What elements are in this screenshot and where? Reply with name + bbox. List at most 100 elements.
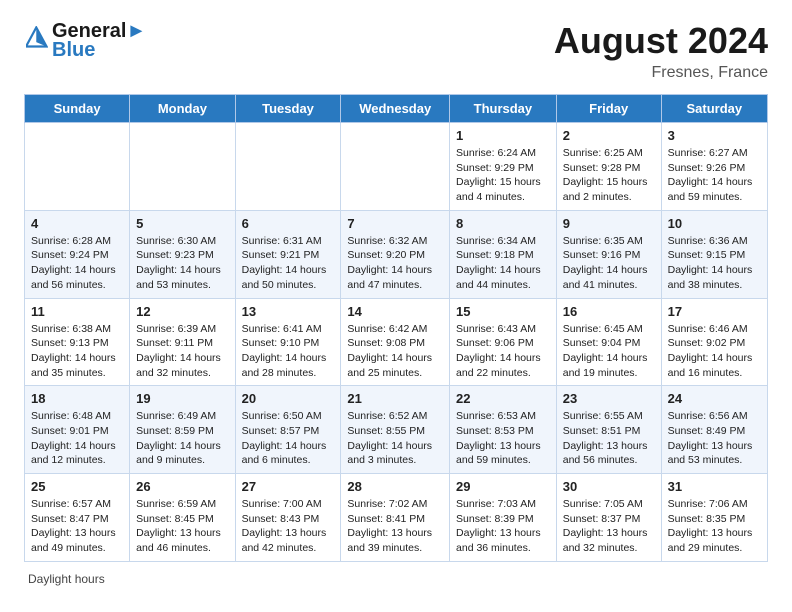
day-info: Sunrise: 7:03 AM Sunset: 8:39 PM Dayligh… (456, 497, 550, 556)
calendar-cell: 10 Sunrise: 6:36 AM Sunset: 9:15 PM Dayli… (661, 210, 767, 298)
day-number: 25 (31, 479, 123, 494)
day-number: 5 (136, 216, 228, 231)
day-number: 26 (136, 479, 228, 494)
day-info: Sunrise: 6:31 AM Sunset: 9:21 PM Dayligh… (242, 234, 335, 293)
day-info: Sunrise: 6:27 AM Sunset: 9:26 PM Dayligh… (668, 146, 761, 205)
calendar-page: General► Blue August 2024 Fresnes, Franc… (0, 0, 792, 602)
calendar-cell: 25Sunrise: 6:57 AM Sunset: 8:47 PM Dayli… (25, 474, 130, 562)
calendar-cell: 28Sunrise: 7:02 AM Sunset: 8:41 PM Dayli… (341, 474, 450, 562)
day-number: 6 (242, 216, 335, 231)
calendar-cell: 26Sunrise: 6:59 AM Sunset: 8:45 PM Dayli… (130, 474, 235, 562)
day-number: 15 (456, 304, 550, 319)
calendar-cell: 20 Sunrise: 6:50 AM Sunset: 8:57 PM Dayli… (235, 386, 341, 474)
col-sunday: Sunday (25, 95, 130, 123)
day-number: 4 (31, 216, 123, 231)
calendar-cell: 16 Sunrise: 6:45 AM Sunset: 9:04 PM Dayli… (556, 298, 661, 386)
day-info: Sunrise: 6:39 AM Sunset: 9:11 PM Dayligh… (136, 322, 228, 381)
calendar-cell: 31Sunrise: 7:06 AM Sunset: 8:35 PM Dayli… (661, 474, 767, 562)
day-number: 30 (563, 479, 655, 494)
month-title: August 2024 (554, 20, 768, 62)
day-info: Sunrise: 6:30 AM Sunset: 9:23 PM Dayligh… (136, 234, 228, 293)
calendar-cell: 2Sunrise: 6:25 AM Sunset: 9:28 PM Daylig… (556, 123, 661, 211)
calendar-cell: 12 Sunrise: 6:39 AM Sunset: 9:11 PM Dayli… (130, 298, 235, 386)
calendar-cell: 13 Sunrise: 6:41 AM Sunset: 9:10 PM Dayli… (235, 298, 341, 386)
day-info: Sunrise: 6:36 AM Sunset: 9:15 PM Dayligh… (668, 234, 761, 293)
day-number: 2 (563, 128, 655, 143)
footer-label: Daylight hours (28, 572, 105, 586)
day-number: 11 (31, 304, 123, 319)
day-number: 21 (347, 391, 443, 406)
day-info: Sunrise: 6:48 AM Sunset: 9:01 PM Dayligh… (31, 409, 123, 468)
day-number: 31 (668, 479, 761, 494)
day-info: Sunrise: 7:02 AM Sunset: 8:41 PM Dayligh… (347, 497, 443, 556)
logo-icon (26, 26, 48, 48)
calendar-cell: 18 Sunrise: 6:48 AM Sunset: 9:01 PM Dayli… (25, 386, 130, 474)
calendar-cell: 29 Sunrise: 7:03 AM Sunset: 8:39 PM Dayli… (450, 474, 557, 562)
day-number: 8 (456, 216, 550, 231)
day-info: Sunrise: 6:50 AM Sunset: 8:57 PM Dayligh… (242, 409, 335, 468)
day-info: Sunrise: 7:05 AM Sunset: 8:37 PM Dayligh… (563, 497, 655, 556)
day-number: 14 (347, 304, 443, 319)
day-info: Sunrise: 6:35 AM Sunset: 9:16 PM Dayligh… (563, 234, 655, 293)
day-info: Sunrise: 6:42 AM Sunset: 9:08 PM Dayligh… (347, 322, 443, 381)
calendar-cell: 24Sunrise: 6:56 AM Sunset: 8:49 PM Dayli… (661, 386, 767, 474)
day-number: 9 (563, 216, 655, 231)
calendar-cell (130, 123, 235, 211)
day-number: 17 (668, 304, 761, 319)
day-number: 10 (668, 216, 761, 231)
calendar-cell: 9 Sunrise: 6:35 AM Sunset: 9:16 PM Daylig… (556, 210, 661, 298)
footer: Daylight hours (24, 572, 768, 586)
logo: General► Blue (24, 20, 146, 62)
day-info: Sunrise: 6:41 AM Sunset: 9:10 PM Dayligh… (242, 322, 335, 381)
day-info: Sunrise: 6:34 AM Sunset: 9:18 PM Dayligh… (456, 234, 550, 293)
col-wednesday: Wednesday (341, 95, 450, 123)
calendar-cell: 7 Sunrise: 6:32 AM Sunset: 9:20 PM Daylig… (341, 210, 450, 298)
day-info: Sunrise: 6:32 AM Sunset: 9:20 PM Dayligh… (347, 234, 443, 293)
calendar-cell: 4 Sunrise: 6:28 AM Sunset: 9:24 PM Daylig… (25, 210, 130, 298)
col-saturday: Saturday (661, 95, 767, 123)
day-number: 20 (242, 391, 335, 406)
calendar-cell: 15 Sunrise: 6:43 AM Sunset: 9:06 PM Dayli… (450, 298, 557, 386)
day-info: Sunrise: 6:55 AM Sunset: 8:51 PM Dayligh… (563, 409, 655, 468)
logo-text: General► Blue (52, 20, 146, 62)
day-info: Sunrise: 6:43 AM Sunset: 9:06 PM Dayligh… (456, 322, 550, 381)
col-friday: Friday (556, 95, 661, 123)
day-number: 3 (668, 128, 761, 143)
calendar-cell: 27 Sunrise: 7:00 AM Sunset: 8:43 PM Dayli… (235, 474, 341, 562)
calendar-week-4: 25Sunrise: 6:57 AM Sunset: 8:47 PM Dayli… (25, 474, 768, 562)
title-block: August 2024 Fresnes, France (554, 20, 768, 82)
calendar-cell: 22Sunrise: 6:53 AM Sunset: 8:53 PM Dayli… (450, 386, 557, 474)
day-info: Sunrise: 6:24 AM Sunset: 9:29 PM Dayligh… (456, 146, 550, 205)
day-info: Sunrise: 7:00 AM Sunset: 8:43 PM Dayligh… (242, 497, 335, 556)
calendar-week-1: 4 Sunrise: 6:28 AM Sunset: 9:24 PM Daylig… (25, 210, 768, 298)
header: General► Blue August 2024 Fresnes, Franc… (24, 20, 768, 82)
calendar-cell: 23Sunrise: 6:55 AM Sunset: 8:51 PM Dayli… (556, 386, 661, 474)
day-number: 19 (136, 391, 228, 406)
day-info: Sunrise: 6:46 AM Sunset: 9:02 PM Dayligh… (668, 322, 761, 381)
calendar-week-2: 11 Sunrise: 6:38 AM Sunset: 9:13 PM Dayli… (25, 298, 768, 386)
day-number: 1 (456, 128, 550, 143)
calendar-cell: 8 Sunrise: 6:34 AM Sunset: 9:18 PM Daylig… (450, 210, 557, 298)
calendar-cell (341, 123, 450, 211)
day-number: 27 (242, 479, 335, 494)
day-info: Sunrise: 6:49 AM Sunset: 8:59 PM Dayligh… (136, 409, 228, 468)
day-info: Sunrise: 6:45 AM Sunset: 9:04 PM Dayligh… (563, 322, 655, 381)
day-info: Sunrise: 6:52 AM Sunset: 8:55 PM Dayligh… (347, 409, 443, 468)
calendar-cell: 11 Sunrise: 6:38 AM Sunset: 9:13 PM Dayli… (25, 298, 130, 386)
col-monday: Monday (130, 95, 235, 123)
logo-container (24, 30, 48, 53)
col-tuesday: Tuesday (235, 95, 341, 123)
day-number: 12 (136, 304, 228, 319)
day-number: 7 (347, 216, 443, 231)
calendar-cell: 5 Sunrise: 6:30 AM Sunset: 9:23 PM Daylig… (130, 210, 235, 298)
calendar-week-3: 18 Sunrise: 6:48 AM Sunset: 9:01 PM Dayli… (25, 386, 768, 474)
day-number: 18 (31, 391, 123, 406)
day-number: 29 (456, 479, 550, 494)
calendar-cell (25, 123, 130, 211)
day-number: 16 (563, 304, 655, 319)
calendar-cell: 1 Sunrise: 6:24 AM Sunset: 9:29 PM Daylig… (450, 123, 557, 211)
day-info: Sunrise: 6:28 AM Sunset: 9:24 PM Dayligh… (31, 234, 123, 293)
day-info: Sunrise: 6:38 AM Sunset: 9:13 PM Dayligh… (31, 322, 123, 381)
day-number: 13 (242, 304, 335, 319)
calendar-table: Sunday Monday Tuesday Wednesday Thursday… (24, 94, 768, 562)
